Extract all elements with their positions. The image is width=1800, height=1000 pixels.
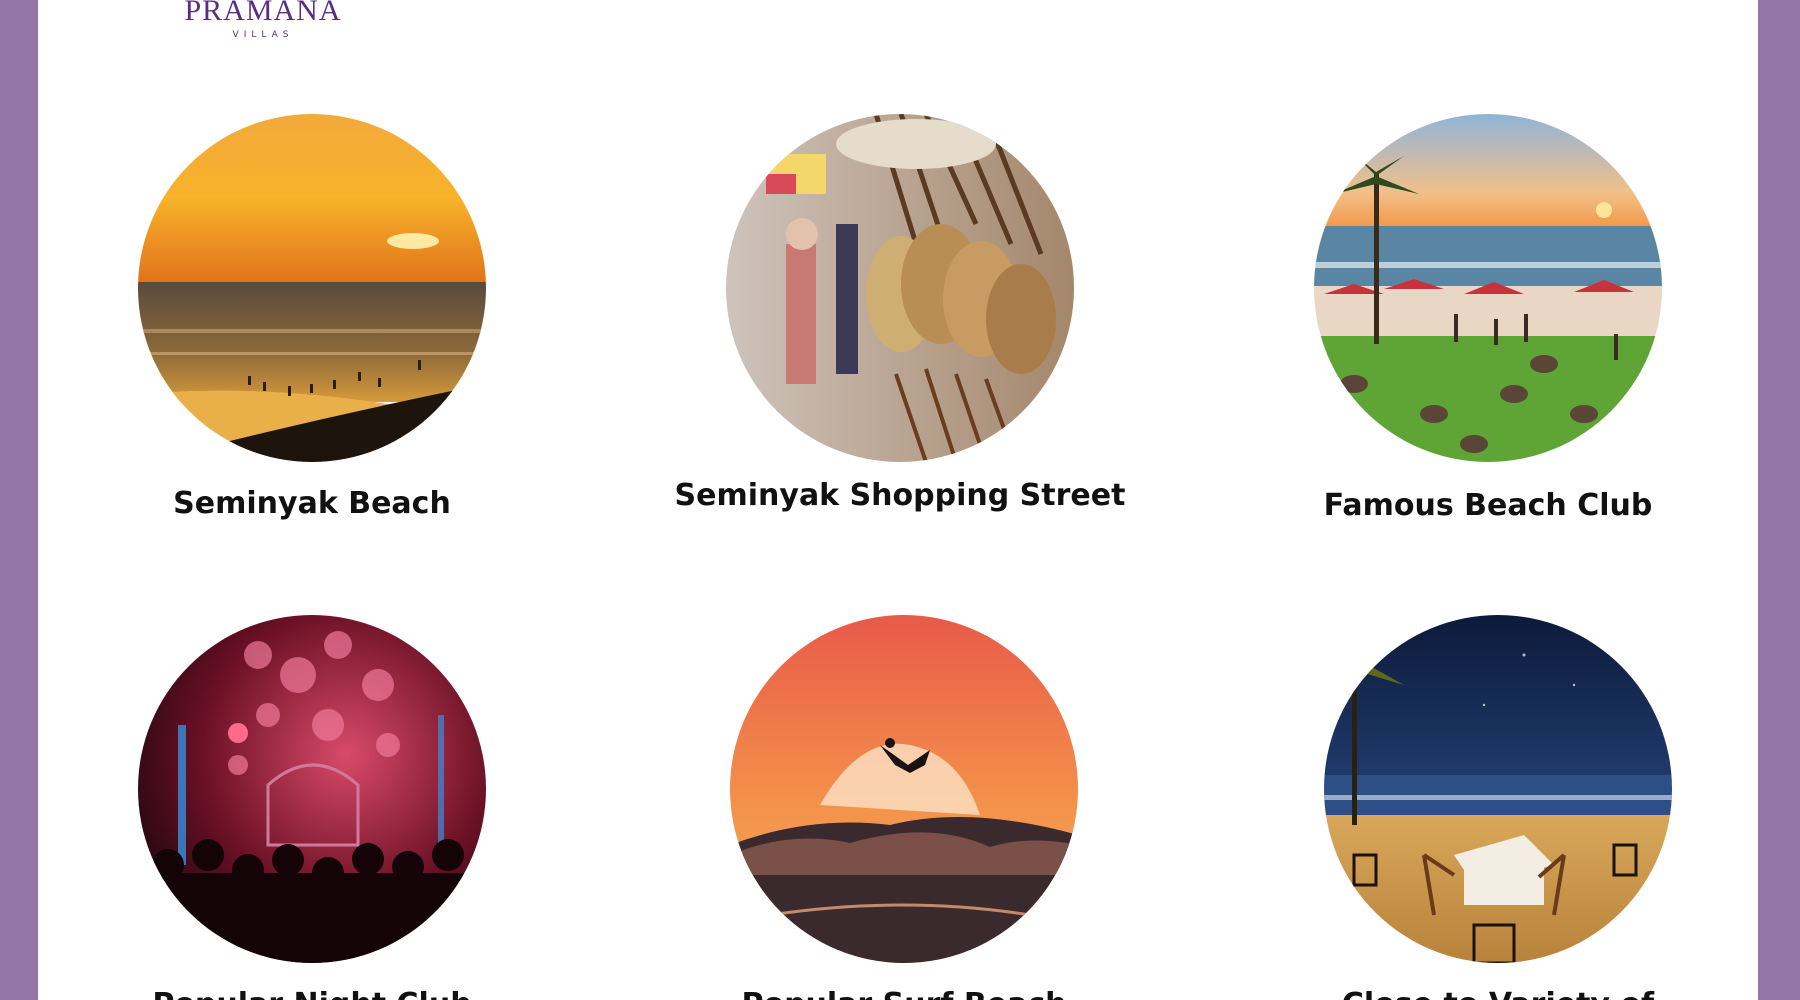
pramana-logo[interactable]: PRAMANA VILLAS: [178, 0, 348, 40]
beach-sunset-photo: [138, 114, 486, 462]
attraction-card-surf-beach[interactable]: Popular Surf Beach: [730, 615, 1078, 1000]
attraction-label: Close to Variety of: [1264, 987, 1732, 1000]
attraction-label: Seminyak Shopping Street: [674, 478, 1126, 513]
nightclub-photo: [138, 615, 486, 963]
attraction-label: Popular Surf Beach: [670, 987, 1138, 1000]
attraction-label: Seminyak Beach: [173, 486, 451, 521]
attraction-card-variety[interactable]: Close to Variety of: [1324, 615, 1672, 1000]
market-bags-photo: [726, 114, 1074, 462]
logo-name: PRAMANA: [184, 0, 342, 27]
beach-club-photo: [1314, 114, 1662, 462]
attraction-label: Famous Beach Club: [1323, 488, 1653, 523]
beach-dinner-photo: [1324, 615, 1672, 963]
surfer-photo: [730, 615, 1078, 963]
logo-subtitle: VILLAS: [232, 30, 294, 40]
attraction-card-shopping-street[interactable]: Seminyak Shopping Street: [675, 114, 1125, 513]
attraction-label: Popular Night Club: [88, 987, 536, 1000]
attraction-card-beach-club[interactable]: Famous Beach Club: [1314, 114, 1662, 523]
content-panel: PRAMANA VILLAS Seminyak Beach Seminyak S…: [38, 0, 1758, 1000]
attraction-card-seminyak-beach[interactable]: Seminyak Beach: [138, 114, 486, 521]
page-heading-cropped: [598, 0, 1498, 10]
attraction-card-night-club[interactable]: Popular Night Club: [138, 615, 486, 1000]
